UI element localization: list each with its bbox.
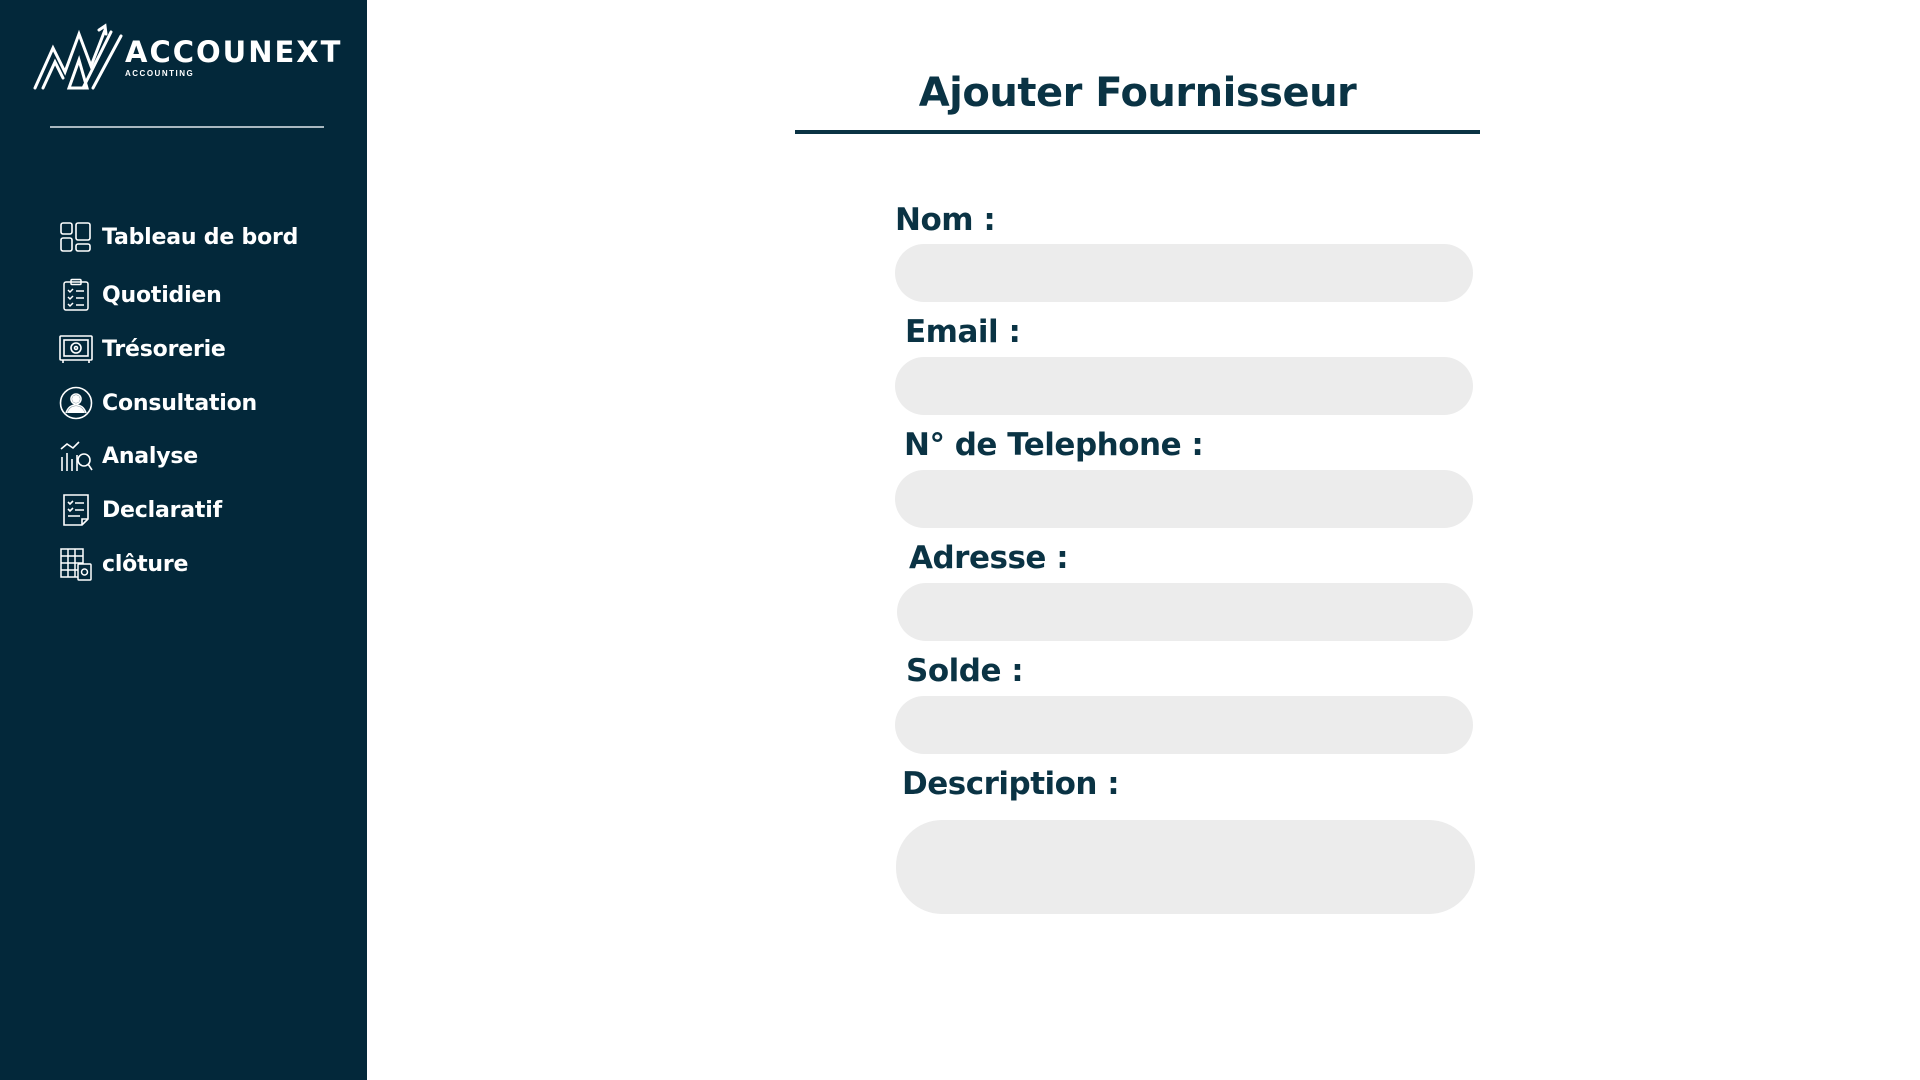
ledger-calculator-icon <box>58 546 94 582</box>
sidebar-item-label: Tableau de bord <box>102 224 299 250</box>
sidebar: ACCOUNEXT ACCOUNTING Tableau de bord Quo… <box>0 0 367 1080</box>
sidebar-item-label: Analyse <box>102 443 199 469</box>
adresse-input[interactable] <box>897 583 1473 641</box>
description-label: Description : <box>902 766 1120 802</box>
logo-mountain-arrow-icon <box>33 23 123 90</box>
description-textarea[interactable] <box>896 820 1475 914</box>
sidebar-item-label: Declaratif <box>102 497 222 523</box>
document-checklist-icon <box>58 492 94 528</box>
page-title: Ajouter Fournisseur <box>918 70 1357 116</box>
app-window: ACCOUNEXT ACCOUNTING Tableau de bord Quo… <box>0 0 1920 1080</box>
telephone-label: N° de Telephone : <box>904 427 1204 463</box>
adresse-label: Adresse : <box>909 540 1069 576</box>
brand-name: ACCOUNEXT <box>125 34 343 69</box>
sidebar-item-quotidien[interactable]: Quotidien <box>58 277 222 313</box>
brand-logo[interactable]: ACCOUNEXT ACCOUNTING <box>33 20 342 90</box>
email-input[interactable] <box>895 357 1473 415</box>
analytics-chart-icon <box>58 438 94 474</box>
brand-tagline: ACCOUNTING <box>125 68 195 78</box>
sidebar-item-label: Trésorerie <box>102 336 226 362</box>
clipboard-checklist-icon <box>58 277 94 313</box>
sidebar-item-tresorerie[interactable]: Trésorerie <box>58 331 226 367</box>
sidebar-item-consultation[interactable]: Consultation <box>58 385 257 421</box>
sidebar-item-label: Consultation <box>102 390 258 416</box>
solde-label: Solde : <box>906 653 1024 689</box>
sidebar-item-label: Quotidien <box>102 282 222 308</box>
email-label: Email : <box>905 314 1021 350</box>
safe-icon <box>58 331 94 367</box>
sidebar-item-cloture[interactable]: clôture <box>58 546 188 582</box>
dashboard-icon <box>58 219 94 255</box>
sidebar-item-label: clôture <box>102 551 189 577</box>
sidebar-item-tableau-de-bord[interactable]: Tableau de bord <box>58 219 298 255</box>
sidebar-divider <box>50 126 324 128</box>
sidebar-item-analyse[interactable]: Analyse <box>58 438 198 474</box>
nom-input[interactable] <box>895 244 1473 302</box>
user-circle-icon <box>58 385 94 421</box>
title-underline <box>795 130 1480 134</box>
telephone-input[interactable] <box>895 470 1473 528</box>
solde-input[interactable] <box>895 696 1473 754</box>
nom-label: Nom : <box>895 202 996 238</box>
sidebar-item-declaratif[interactable]: Declaratif <box>58 492 222 528</box>
